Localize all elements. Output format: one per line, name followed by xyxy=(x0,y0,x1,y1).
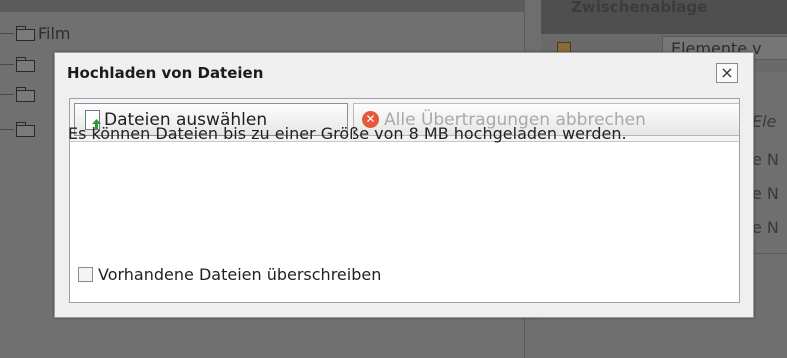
dialog-title: Hochladen von Dateien xyxy=(67,64,264,82)
clipboard-row-fragment: e N xyxy=(752,150,779,169)
dialog-titlebar[interactable]: Hochladen von Dateien × xyxy=(55,53,753,93)
tree-connector xyxy=(0,128,14,130)
clipboard-panel-header: Zwischenablage xyxy=(541,0,787,34)
upload-size-info: Es können Dateien bis zu einer Größe von… xyxy=(68,124,627,143)
overwrite-label[interactable]: Vorhandene Dateien überschreiben xyxy=(98,265,381,284)
tree-item-film[interactable]: Film xyxy=(0,21,71,45)
tree-connector xyxy=(0,32,14,34)
close-button[interactable]: × xyxy=(716,63,738,83)
folder-icon xyxy=(16,57,35,72)
tree-item[interactable] xyxy=(0,117,38,141)
clipboard-row-fragment: e N xyxy=(752,218,779,237)
tree-item[interactable] xyxy=(0,82,38,106)
folder-open-icon xyxy=(16,87,35,102)
tree-connector xyxy=(0,93,14,95)
folder-tree-header xyxy=(0,0,524,12)
folder-icon xyxy=(16,122,35,137)
tree-connector xyxy=(0,63,14,65)
clipboard-panel-title: Zwischenablage xyxy=(571,0,708,16)
tree-item[interactable] xyxy=(0,52,38,76)
clipboard-text-fragment: Ele xyxy=(752,112,777,131)
tree-item-label: Film xyxy=(38,23,71,43)
close-icon: × xyxy=(720,63,734,82)
upload-dialog: Hochladen von Dateien × Dateien auswähle… xyxy=(54,52,754,318)
overwrite-checkbox[interactable] xyxy=(78,267,93,282)
clipboard-row-fragment: e N xyxy=(752,184,779,203)
overwrite-option[interactable]: Vorhandene Dateien überschreiben xyxy=(78,265,381,284)
folder-icon xyxy=(16,26,35,41)
